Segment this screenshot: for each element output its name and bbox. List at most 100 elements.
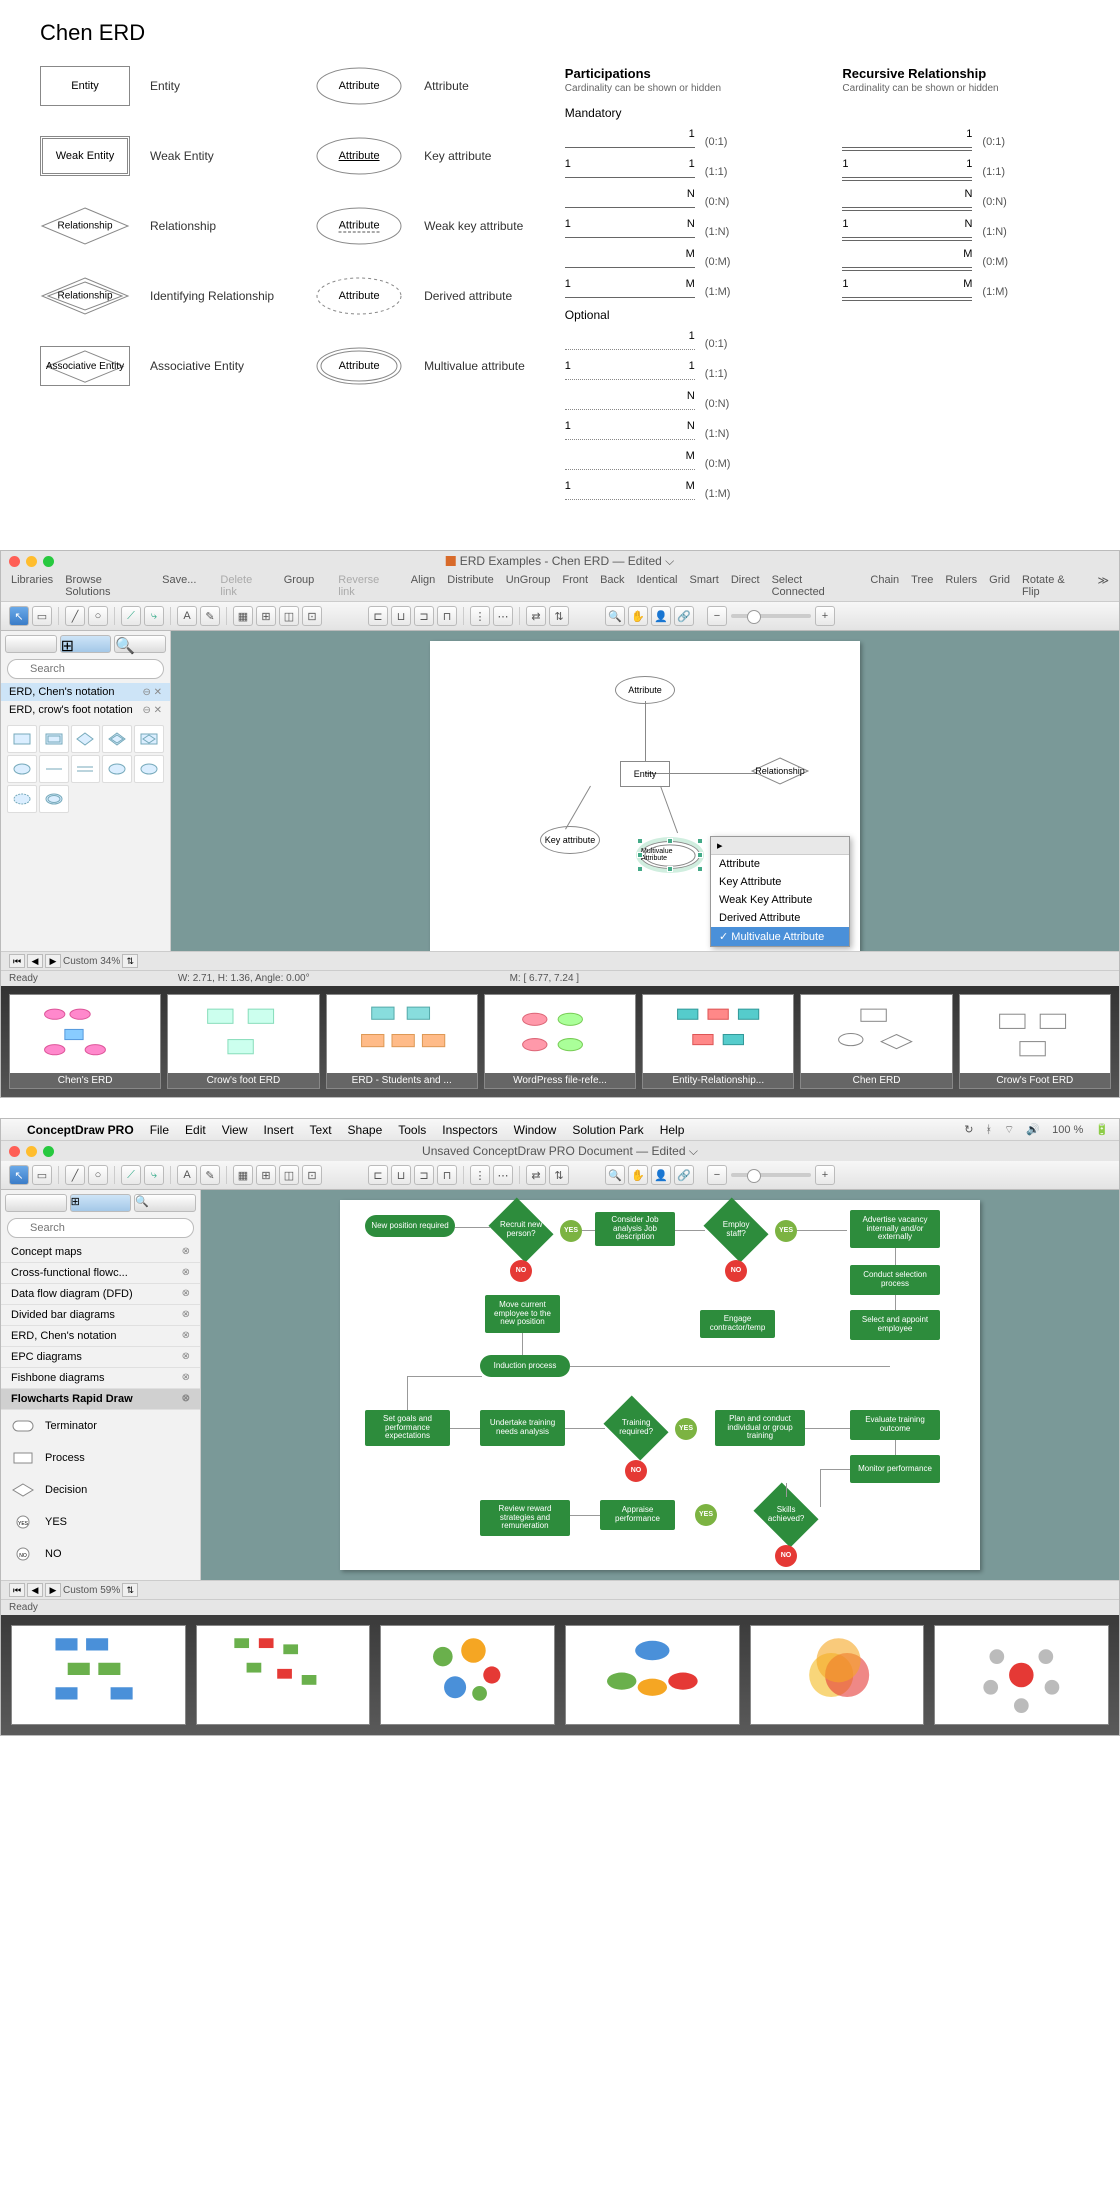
save-menu[interactable]: Save... [162,574,196,598]
callout-tool[interactable]: ✎ [200,1165,220,1185]
pointer-tool[interactable]: ↖ [9,1165,29,1185]
pointer-tool[interactable]: ↖ [9,606,29,626]
next-page-button[interactable]: ▶ [45,954,61,968]
palette-ellipse-5[interactable] [39,785,69,813]
align-top[interactable]: ⊓ [437,1165,457,1185]
sidebar-tab-1[interactable] [5,635,57,653]
wifi-icon[interactable]: ⌔ [1004,1123,1014,1137]
hyperlink-icon[interactable]: 🔗 [674,606,694,626]
thumbnail[interactable] [196,1625,371,1725]
flow-no-4[interactable]: NO [775,1545,797,1567]
thumbnail[interactable] [11,1625,186,1725]
close-icon[interactable]: ⊗ [182,1330,190,1342]
thumbnail[interactable] [380,1625,555,1725]
ctx-weak-key-attribute[interactable]: Weak Key Attribute [711,891,849,909]
expand-icon[interactable]: ≫ [1098,574,1110,598]
flow-yes-1[interactable]: YES [560,1220,582,1242]
thumbnail[interactable]: WordPress file-refe... [484,994,636,1089]
flow-appraise[interactable]: Appraise performance [600,1500,675,1530]
flowchart-canvas[interactable]: New position required Recruit new person… [340,1200,980,1570]
zoom-out-button[interactable]: − [707,1165,727,1185]
palette-shape[interactable]: Data [1,1570,200,1580]
flow-evaluate[interactable]: Evaluate training outcome [850,1410,940,1440]
arrange-tool[interactable]: ⊡ [302,606,322,626]
ctx-key-attribute[interactable]: Key Attribute [711,873,849,891]
person-icon[interactable]: 👤 [651,1165,671,1185]
group-tool[interactable]: ⊞ [256,1165,276,1185]
flow-employ-decision[interactable]: Employ staff? [703,1197,768,1262]
canvas-attribute[interactable]: Attribute [615,676,675,704]
close-icon[interactable]: ⊗ [182,1309,190,1321]
close-icon[interactable]: ⊗ [182,1288,190,1300]
palette-shape[interactable]: NONO [1,1538,200,1570]
connector-tool[interactable]: ⟋ [121,1165,141,1185]
close-icon[interactable]: ⊖ ✕ [142,705,162,716]
distribute-h[interactable]: ⋮ [470,1165,490,1185]
window-titlebar-2[interactable]: Unsaved ConceptDraw PRO Document — Edite… [1,1141,1119,1161]
flow-engage[interactable]: Engage contractor/temp [700,1310,775,1338]
flow-no-1[interactable]: NO [510,1260,532,1282]
ellipse-tool[interactable]: ○ [88,606,108,626]
maximize-window-button[interactable] [43,1146,54,1157]
flip-h[interactable]: ⇄ [526,606,546,626]
bluetooth-icon[interactable]: ᚼ [985,1124,992,1136]
thumbnail[interactable]: Chen's ERD [9,994,161,1089]
first-page-button[interactable]: ⏮ [9,1583,25,1597]
flow-yes-2[interactable]: YES [775,1220,797,1242]
zoom-stepper[interactable]: ⇅ [122,1583,138,1597]
fill-tool[interactable]: ▦ [233,1165,253,1185]
prev-page-button[interactable]: ◀ [27,954,43,968]
library-item[interactable]: Data flow diagram (DFD)⊗ [1,1284,200,1305]
palette-ellipse-2[interactable] [102,755,132,783]
thumbnail[interactable] [934,1625,1109,1725]
palette-attribute[interactable] [7,755,37,783]
flow-yes-3[interactable]: YES [675,1418,697,1440]
library-item[interactable]: ERD, Chen's notation⊖ ✕ [1,683,170,701]
library-item[interactable]: Concept maps⊗ [1,1242,200,1263]
canvas-area[interactable]: Attribute Entity Relationship Key attrib… [171,631,1119,951]
sidebar-tab-3[interactable]: 🔍 [134,1194,196,1212]
next-page-button[interactable]: ▶ [45,1583,61,1597]
flow-monitor[interactable]: Monitor performance [850,1455,940,1483]
zoom-out-button[interactable]: − [707,606,727,626]
line-tool[interactable]: ╱ [65,606,85,626]
palette-shape[interactable]: Terminator [1,1410,200,1442]
drawing-canvas[interactable]: Attribute Entity Relationship Key attrib… [430,641,860,951]
distribute-v[interactable]: ⋯ [493,1165,513,1185]
flow-recruit-decision[interactable]: Recruit new person? [488,1197,553,1262]
flow-select[interactable]: Select and appoint employee [850,1310,940,1340]
text-tool[interactable]: A [177,606,197,626]
close-icon[interactable]: ⊗ [182,1372,190,1384]
zoom-in-icon[interactable]: 🔍 [605,1165,625,1185]
flow-no-3[interactable]: NO [625,1460,647,1482]
hand-tool[interactable]: ✋ [628,606,648,626]
group-menu[interactable]: Group [284,574,315,598]
sidebar-tab-1[interactable] [5,1194,67,1212]
flip-h[interactable]: ⇄ [526,1165,546,1185]
palette-assoc-entity[interactable] [134,725,164,753]
zoom-level[interactable]: Custom 34% [63,956,120,967]
palette-relationship[interactable] [71,725,101,753]
library-item[interactable]: EPC diagrams⊗ [1,1347,200,1368]
zoom-in-button[interactable]: + [815,1165,835,1185]
align-right[interactable]: ⊐ [414,1165,434,1185]
palette-shape[interactable]: YESYES [1,1506,200,1538]
palette-recursive[interactable] [71,755,101,783]
text-tool[interactable]: A [177,1165,197,1185]
hyperlink-icon[interactable]: 🔗 [674,1165,694,1185]
thumbnail[interactable]: Crow's foot ERD [167,994,319,1089]
flow-review[interactable]: Review reward strategies and remuneratio… [480,1500,570,1536]
flow-no-2[interactable]: NO [725,1260,747,1282]
zoom-slider[interactable] [731,614,811,618]
align-center[interactable]: ⊔ [391,1165,411,1185]
layers-tool[interactable]: ◫ [279,606,299,626]
zoom-stepper[interactable]: ⇅ [122,954,138,968]
thumbnail[interactable]: ERD - Students and ... [326,994,478,1089]
ctx-derived-attribute[interactable]: Derived Attribute [711,909,849,927]
smart-connector-tool[interactable]: ⤷ [144,1165,164,1185]
callout-tool[interactable]: ✎ [200,606,220,626]
thumbnail[interactable]: Entity-Relationship... [642,994,794,1089]
palette-id-relationship[interactable] [102,725,132,753]
library-item[interactable]: Fishbone diagrams⊗ [1,1368,200,1389]
close-icon[interactable]: ⊗ [182,1351,190,1363]
